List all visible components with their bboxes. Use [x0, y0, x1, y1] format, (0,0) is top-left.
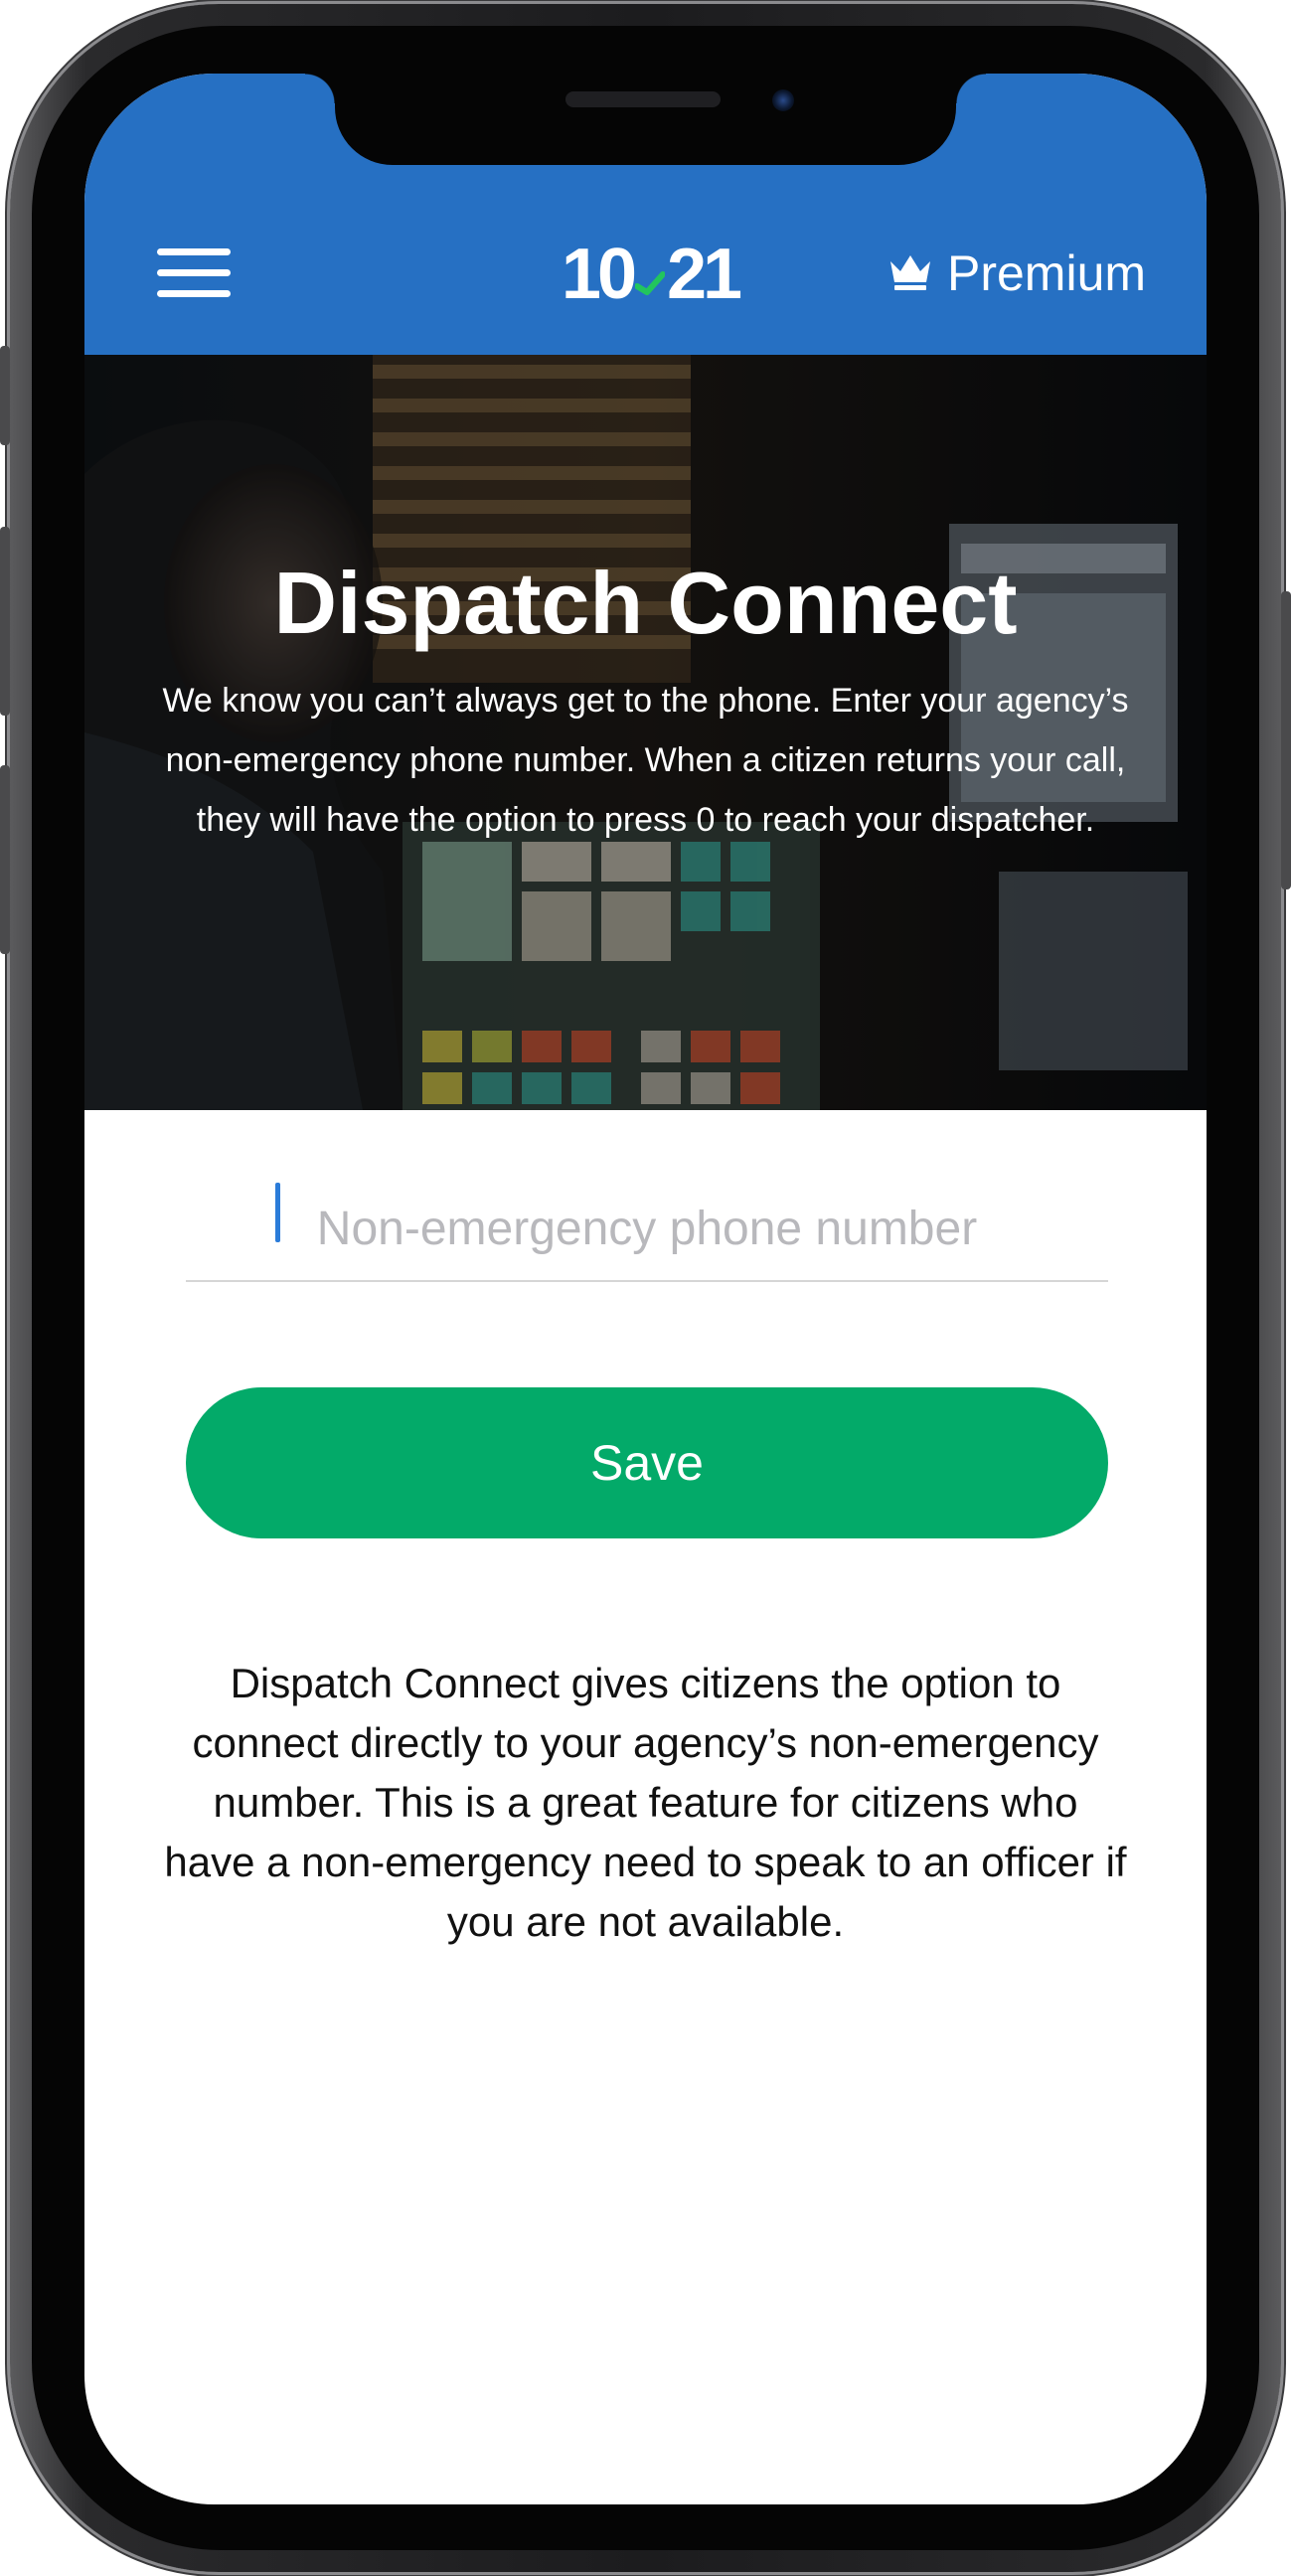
- volume-down-button: [0, 765, 10, 954]
- hero-description: We know you can’t always get to the phon…: [162, 682, 1129, 839]
- device-notch: [305, 74, 986, 165]
- hamburger-menu-icon[interactable]: [157, 248, 231, 298]
- logo-text-left: 10: [561, 235, 637, 314]
- premium-label: Premium: [947, 245, 1147, 301]
- power-button: [1281, 591, 1291, 889]
- volume-up-button: [0, 527, 10, 716]
- non-emergency-phone-input[interactable]: [186, 1177, 1108, 1282]
- logo-text-right: 21: [667, 235, 742, 314]
- hero-banner: Dispatch Connect We know you can’t alway…: [84, 355, 1207, 1110]
- page-title: Dispatch Connect: [273, 554, 1018, 652]
- app-screen: 10 21 Premium Dispatch Connect We know y…: [84, 74, 1207, 2504]
- save-button[interactable]: Save: [186, 1387, 1108, 1538]
- feature-description: Dispatch Connect gives citizens the opti…: [164, 1660, 1127, 1945]
- speaker-grille: [565, 91, 721, 107]
- crown-icon: [888, 251, 933, 296]
- text-cursor: [275, 1183, 280, 1242]
- silent-switch: [0, 346, 10, 445]
- front-camera: [772, 89, 794, 111]
- check-swoosh-icon: [634, 234, 666, 315]
- premium-button[interactable]: Premium: [888, 239, 1146, 308]
- app-logo: 10 21: [561, 234, 742, 315]
